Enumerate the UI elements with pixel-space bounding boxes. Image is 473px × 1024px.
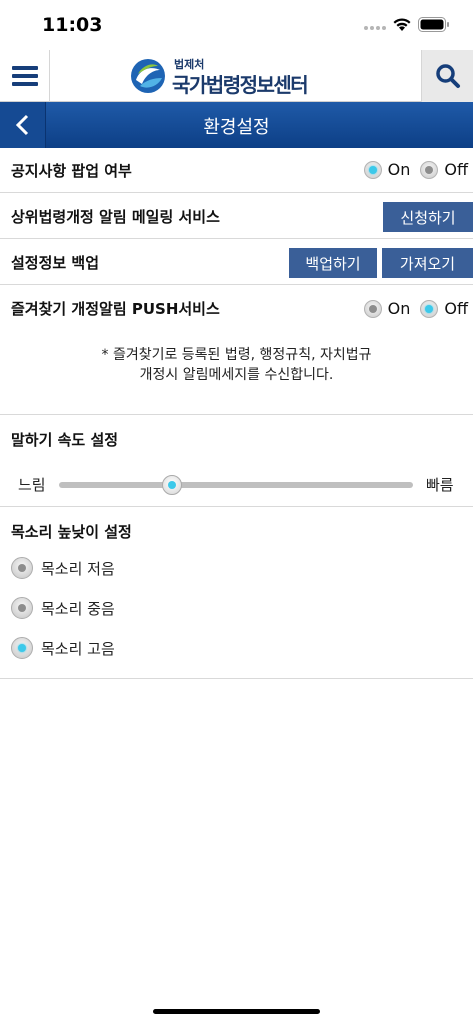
home-indicator <box>153 1009 320 1014</box>
battery-icon <box>418 17 449 32</box>
radio-label: On <box>387 299 411 318</box>
radio-selected-icon <box>11 637 33 659</box>
speech-speed-title: 말하기 속도 설정 <box>11 431 119 449</box>
push-on-radio[interactable]: On <box>363 299 411 318</box>
speech-speed-slider-row: 느림 빠름 <box>0 469 473 499</box>
push-service-label: 즐겨찾기 개정알림 PUSH서비스 <box>11 300 220 318</box>
title-bar: 환경설정 <box>0 102 473 148</box>
menu-button[interactable] <box>0 50 50 102</box>
backup-button[interactable]: 백업하기 <box>289 248 377 278</box>
voice-option-high[interactable]: 목소리 고음 <box>11 637 115 659</box>
voice-option-label: 목소리 고음 <box>41 639 115 658</box>
voice-option-mid[interactable]: 목소리 중음 <box>11 597 115 619</box>
voice-pitch-title: 목소리 높낮이 설정 <box>11 523 132 541</box>
push-note-line1: * 즐겨찾기로 등록된 법령, 행정규칙, 자치법규 <box>101 347 372 363</box>
notice-popup-off-radio[interactable]: Off <box>420 160 468 179</box>
radio-label: Off <box>444 299 468 318</box>
app-header: 법제처 국가법령정보센터 <box>0 50 473 102</box>
notice-popup-on-radio[interactable]: On <box>363 160 411 179</box>
setting-row-push-service: 즐겨찾기 개정알림 PUSH서비스 On Off * 즐겨찾기로 등록된 법령,… <box>0 285 473 415</box>
search-icon <box>435 64 460 88</box>
status-bar: 11:03 <box>0 0 473 50</box>
speech-speed-slider[interactable] <box>59 482 413 488</box>
import-button[interactable]: 가져오기 <box>382 248 473 278</box>
slider-min-label: 느림 <box>18 476 46 494</box>
status-time: 11:03 <box>42 14 103 36</box>
mailing-service-label: 상위법령개정 알림 메일링 서비스 <box>11 208 220 226</box>
slider-thumb[interactable] <box>162 475 183 495</box>
mailing-apply-button[interactable]: 신청하기 <box>383 202 473 232</box>
wifi-icon <box>393 18 411 31</box>
push-service-radio-group: On Off <box>354 299 468 318</box>
emblem-icon <box>131 59 165 93</box>
voice-option-low[interactable]: 목소리 저음 <box>11 557 115 579</box>
search-button[interactable] <box>421 50 473 102</box>
cellular-signal-icon <box>364 26 386 30</box>
setting-section-voice-pitch: 목소리 높낮이 설정 목소리 저음 목소리 중음 목소리 고음 <box>0 507 473 679</box>
push-note-line2: 개정시 알림메세지를 수신합니다. <box>139 367 334 383</box>
setting-row-notice-popup: 공지사항 팝업 여부 On Off <box>0 148 473 193</box>
radio-selected-icon <box>420 299 439 318</box>
voice-option-label: 목소리 중음 <box>41 599 115 618</box>
slider-max-label: 빠름 <box>426 476 454 494</box>
radio-unselected-icon <box>363 299 382 318</box>
setting-section-speech-speed: 말하기 속도 설정 느림 빠름 <box>0 415 473 507</box>
logo-title: 국가법령정보센터 <box>172 73 309 97</box>
page-title: 환경설정 <box>203 117 270 138</box>
radio-unselected-icon <box>11 597 33 619</box>
notice-popup-label: 공지사항 팝업 여부 <box>11 162 132 180</box>
setting-row-mailing-service: 상위법령개정 알림 메일링 서비스 신청하기 <box>0 193 473 239</box>
backup-label: 설정정보 백업 <box>11 254 100 272</box>
notice-popup-radio-group: On Off <box>354 160 468 179</box>
radio-selected-icon <box>363 160 382 179</box>
radio-label: On <box>387 160 411 179</box>
app-logo: 법제처 국가법령정보센터 <box>130 56 340 97</box>
radio-label: Off <box>444 160 468 179</box>
setting-row-backup: 설정정보 백업 백업하기 가져오기 <box>0 239 473 285</box>
hamburger-icon <box>11 66 38 86</box>
voice-option-label: 목소리 저음 <box>41 559 115 578</box>
radio-unselected-icon <box>420 160 439 179</box>
radio-unselected-icon <box>11 557 33 579</box>
push-off-radio[interactable]: Off <box>420 299 468 318</box>
